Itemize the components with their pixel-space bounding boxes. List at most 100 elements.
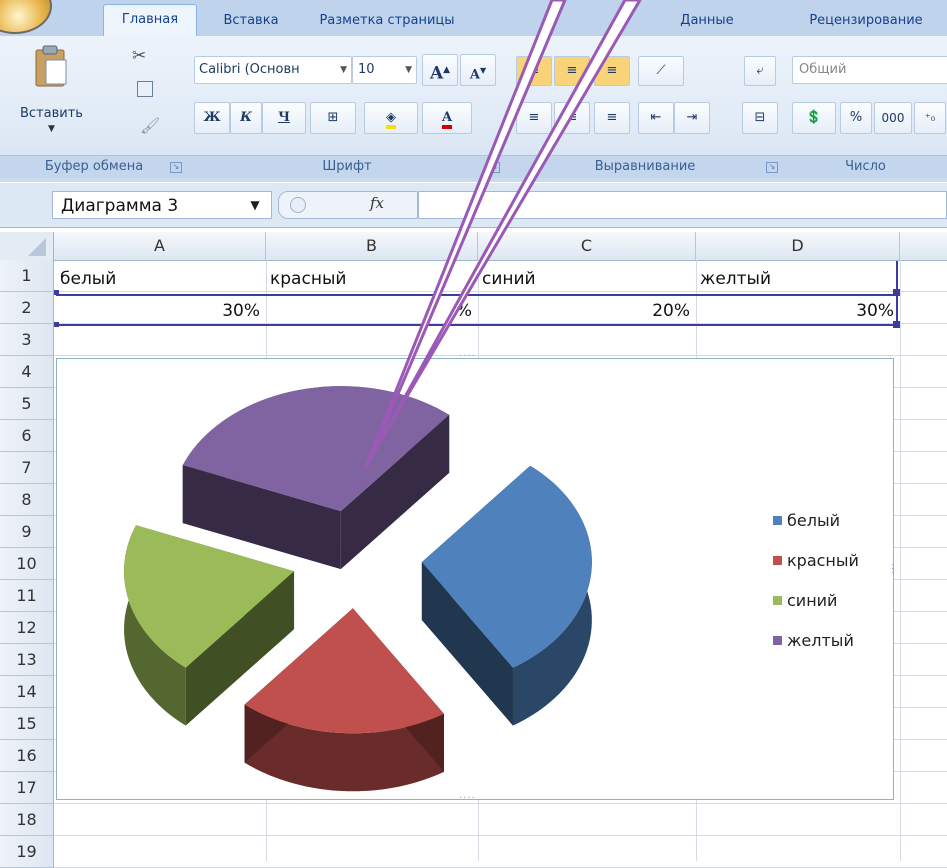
legend-item[interactable]: желтый (773, 631, 854, 650)
column-header-d[interactable]: D (696, 232, 900, 260)
paste-button[interactable]: Вставить (20, 106, 83, 121)
currency-icon[interactable]: 💲 (792, 102, 836, 134)
row-header-4[interactable]: 4 (0, 356, 54, 388)
row-header-16[interactable]: 16 (0, 740, 54, 772)
align-top-icon[interactable]: ≡ (516, 56, 552, 86)
legend-key (773, 636, 782, 645)
chart-plot (124, 386, 592, 792)
row-header-8[interactable]: 8 (0, 484, 54, 516)
align-middle-icon[interactable]: ≡ (554, 56, 590, 86)
merge-cells-icon[interactable]: ⊟ (742, 102, 778, 134)
insert-function-button[interactable]: fx (370, 194, 384, 212)
font-name-select[interactable]: Calibri (Основн ▼ (194, 56, 352, 84)
tab-home[interactable]: Главная (103, 4, 197, 38)
cut-icon[interactable]: ✂ (132, 46, 146, 66)
tab-insert[interactable]: Вставка (218, 6, 284, 36)
range-handle[interactable] (54, 322, 59, 327)
row-header-7[interactable]: 7 (0, 452, 54, 484)
font-size-select[interactable]: 10 ▼ (352, 56, 417, 84)
column-header-a[interactable]: A (54, 232, 266, 260)
borders-icon: ⊞ (327, 110, 339, 125)
row-gridline (54, 355, 947, 356)
tab-page-layout[interactable]: Разметка страницы (307, 6, 467, 36)
formula-input[interactable] (418, 191, 947, 219)
pie-chart[interactable]: ···· ···· :: белыйкрасныйсинийжелтый (56, 351, 895, 804)
column-header-b[interactable]: B (266, 232, 478, 260)
align-bottom-icon[interactable]: ≡ (594, 56, 630, 86)
range-handle[interactable] (893, 289, 900, 296)
row-header-18[interactable]: 18 (0, 804, 54, 836)
legend-key (773, 516, 782, 525)
row-header-13[interactable]: 13 (0, 644, 54, 676)
column-header-c[interactable]: C (478, 232, 696, 260)
legend-label: синий (787, 591, 838, 610)
font-size-value: 10 (358, 62, 375, 77)
alignment-group: ≡ ≡ ≡ ⟋ ⤶ ≡ ≡ ≡ ⇤ ⇥ ⊟ Выравнивание ↘ (506, 36, 785, 182)
row-header-2[interactable]: 2 (0, 292, 54, 324)
alignment-group-label: Выравнивание (506, 155, 784, 178)
chart-resize-handle[interactable]: :: (891, 562, 895, 576)
name-box-dropdown-icon[interactable]: ▼ (245, 193, 265, 217)
legend-label: красный (787, 551, 859, 570)
tab-data[interactable]: Данные (672, 6, 742, 36)
fill-bucket-icon: ◈ (386, 110, 396, 129)
row-header-11[interactable]: 11 (0, 580, 54, 612)
row-header-6[interactable]: 6 (0, 420, 54, 452)
chart-resize-handle[interactable]: ···· (459, 351, 476, 362)
legend-key (773, 596, 782, 605)
font-launcher-icon[interactable]: ↘ (488, 162, 500, 173)
align-right-icon[interactable]: ≡ (594, 102, 630, 134)
percent-button[interactable]: % (840, 102, 872, 134)
row-header-15[interactable]: 15 (0, 708, 54, 740)
italic-button[interactable]: К (230, 102, 262, 134)
row-header-17[interactable]: 17 (0, 772, 54, 804)
bold-button[interactable]: Ж (194, 102, 230, 134)
cancel-icon[interactable] (290, 197, 306, 213)
paste-dropdown-icon[interactable]: ▼ (48, 124, 55, 134)
increase-decimal-icon[interactable]: ⁺₀ (914, 102, 946, 134)
pie-slice-3[interactable] (182, 386, 450, 570)
align-center-icon[interactable]: ≡ (554, 102, 590, 134)
chevron-down-icon: ▼ (340, 65, 347, 75)
row-header-3[interactable]: 3 (0, 324, 54, 356)
legend-item[interactable]: красный (773, 551, 859, 570)
paste-icon[interactable] (34, 44, 70, 88)
row-header-10[interactable]: 10 (0, 548, 54, 580)
row-header-1[interactable]: 1 (0, 260, 54, 292)
format-painter-icon[interactable]: 🖌 (140, 116, 160, 135)
wrap-text-icon[interactable]: ⤶ (744, 56, 776, 86)
thousands-separator-button[interactable]: 000 (874, 102, 912, 134)
column-header-bar: A B C D (0, 232, 947, 261)
row-header-9[interactable]: 9 (0, 516, 54, 548)
grow-font-button[interactable]: A▲ (422, 54, 458, 86)
column-gridline (900, 260, 901, 861)
range-handle[interactable] (54, 290, 59, 295)
borders-button[interactable]: ⊞ (310, 102, 356, 134)
clipboard-launcher-icon[interactable]: ↘ (170, 162, 182, 173)
legend-item[interactable]: синий (773, 591, 837, 610)
font-group-label: Шрифт (188, 155, 506, 178)
increase-indent-icon[interactable]: ⇥ (674, 102, 710, 134)
decrease-indent-icon[interactable]: ⇤ (638, 102, 674, 134)
fill-color-button[interactable]: ◈ (364, 102, 418, 134)
name-box[interactable]: Диаграмма 3 (52, 191, 272, 219)
select-all-triangle-icon (28, 238, 46, 256)
copy-icon[interactable] (137, 81, 153, 97)
alignment-launcher-icon[interactable]: ↘ (766, 162, 778, 173)
row-header-14[interactable]: 14 (0, 676, 54, 708)
font-color-button[interactable]: A (422, 102, 472, 134)
row-header-5[interactable]: 5 (0, 388, 54, 420)
align-left-icon[interactable]: ≡ (516, 102, 552, 134)
range-handle[interactable] (893, 321, 900, 328)
row-header-19[interactable]: 19 (0, 836, 54, 868)
underline-button[interactable]: Ч (262, 102, 306, 134)
pie-slice-0[interactable] (421, 465, 592, 726)
tab-review[interactable]: Рецензирование (786, 6, 946, 36)
legend-item[interactable]: белый (773, 511, 840, 530)
orientation-icon[interactable]: ⟋ (638, 56, 684, 86)
range-highlight-divider (56, 294, 898, 296)
shrink-font-button[interactable]: A▼ (460, 54, 496, 86)
chart-resize-handle[interactable]: ···· (459, 793, 476, 804)
row-header-12[interactable]: 12 (0, 612, 54, 644)
number-format-select[interactable]: Общий (792, 56, 947, 84)
